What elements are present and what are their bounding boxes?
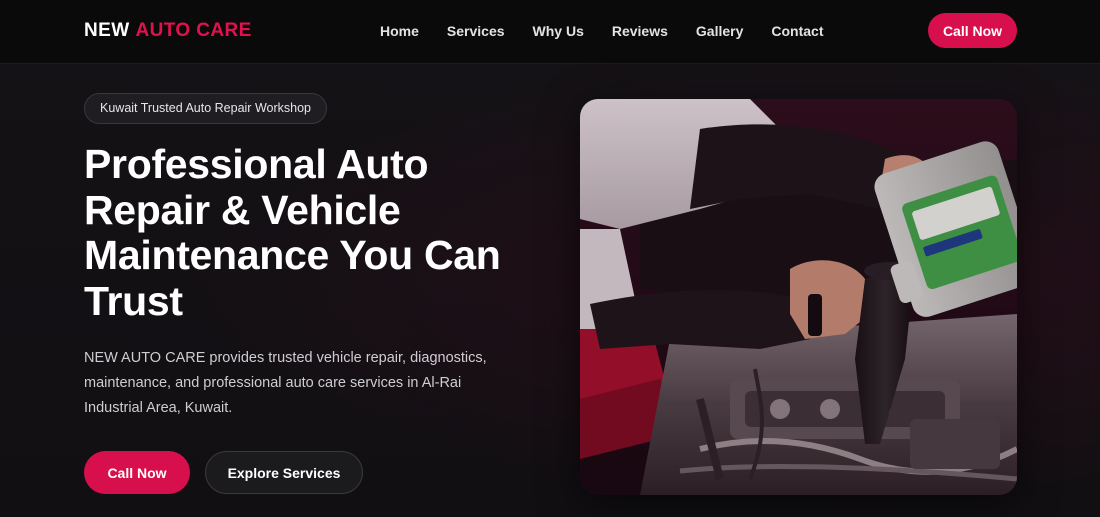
logo-text-primary: NEW (84, 20, 130, 41)
hero-badge: Kuwait Trusted Auto Repair Workshop (84, 93, 327, 124)
hero-photo-illustration (580, 99, 1017, 495)
hero-title: Professional Auto Repair & Vehicle Maint… (84, 141, 501, 324)
hero-description: NEW AUTO CARE provides trusted vehicle r… (84, 350, 487, 416)
logo-text-accent: AUTO CARE (135, 20, 252, 41)
nav-item-gallery[interactable]: Gallery (696, 22, 743, 40)
nav-item-why-us[interactable]: Why Us (533, 22, 584, 40)
nav-item-reviews[interactable]: Reviews (612, 22, 668, 40)
header-call-now-button[interactable]: Call Now (928, 13, 1017, 48)
logo[interactable]: NEW AUTO CARE (84, 20, 252, 42)
page: NEW AUTO CARE Home Services Why Us Review… (0, 0, 1100, 517)
nav-item-home[interactable]: Home (380, 22, 419, 40)
hero-image-mechanic-pouring-oil (580, 99, 1017, 495)
main-nav: Home Services Why Us Reviews Gallery Con… (380, 22, 824, 40)
nav-item-contact[interactable]: Contact (771, 22, 823, 40)
nav-item-services[interactable]: Services (447, 22, 505, 40)
site-header: NEW AUTO CARE Home Services Why Us Review… (0, 0, 1100, 64)
explore-services-button[interactable]: Explore Services (205, 451, 363, 494)
hero-call-now-button[interactable]: Call Now (84, 451, 190, 494)
